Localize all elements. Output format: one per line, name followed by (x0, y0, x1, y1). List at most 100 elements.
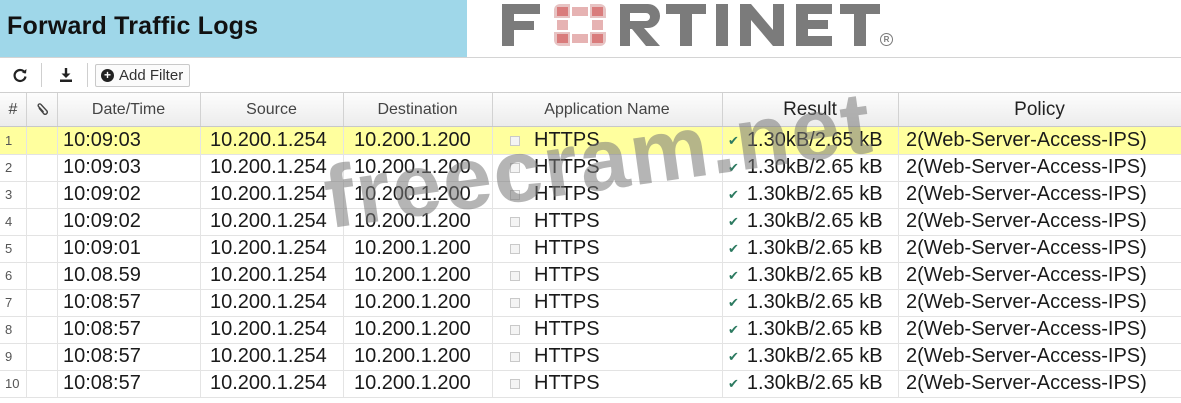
cell-policy: 2(Web-Server-Access-IPS) (906, 181, 1147, 208)
cell-result-text: 1.30kB/2.65 kB (746, 210, 883, 232)
column-divider (57, 316, 58, 343)
check-icon: ✔ (728, 267, 739, 283)
cell-datetime: 10:08:57 (63, 343, 141, 370)
cell-policy-text: 2(Web-Server-Access-IPS) (906, 345, 1147, 367)
column-divider (722, 343, 723, 370)
table-row[interactable]: 9 10:08:57 10.200.1.254 10.200.1.200 HTTPS ✔ 1… (0, 343, 1181, 371)
row-number: 8 (5, 316, 12, 343)
cell-policy: 2(Web-Server-Access-IPS) (906, 235, 1147, 262)
column-divider (898, 235, 899, 262)
application-icon (510, 270, 520, 281)
cell-result-text: 1.30kB/2.65 kB (746, 372, 883, 394)
toolbar-divider (87, 63, 88, 87)
column-divider (200, 235, 201, 262)
cell-destination-text: 10.200.1.200 (354, 156, 471, 178)
column-divider (722, 154, 723, 181)
cell-destination-text: 10.200.1.200 (354, 345, 471, 367)
check-icon: ✔ (728, 132, 739, 148)
table-row[interactable]: 3 10:09:02 10.200.1.254 10.200.1.200 HTTPS ✔ 1… (0, 181, 1181, 209)
cell-datetime-text: 10:09:03 (63, 156, 141, 178)
column-divider (492, 154, 493, 181)
cell-destination-text: 10.200.1.200 (354, 372, 471, 394)
cell-application-text: HTTPS (534, 291, 600, 313)
cell-policy: 2(Web-Server-Access-IPS) (906, 370, 1147, 397)
add-filter-button[interactable]: + Add Filter (95, 64, 191, 87)
column-divider (57, 181, 58, 208)
column-divider (57, 235, 58, 262)
download-button[interactable] (52, 64, 80, 86)
cell-application-text: HTTPS (534, 129, 600, 151)
cell-application-text: HTTPS (534, 345, 600, 367)
cell-destination-text: 10.200.1.200 (354, 210, 471, 232)
cell-result: ✔ 1.30kB/2.65 kB (728, 262, 883, 289)
cell-datetime: 10:08:57 (63, 316, 141, 343)
cell-source-text: 10.200.1.254 (210, 372, 327, 394)
column-divider (200, 343, 201, 370)
column-header-source[interactable]: Source (200, 93, 344, 126)
forward-traffic-logs-page: Forward Traffic Logs R + Add Filter # Da… (0, 0, 1181, 403)
application-icon (510, 351, 520, 362)
column-header-datetime[interactable]: Date/Time (57, 93, 201, 126)
column-divider (722, 181, 723, 208)
column-header-destination[interactable]: Destination (343, 93, 493, 126)
cell-result: ✔ 1.30kB/2.65 kB (728, 343, 883, 370)
cell-source: 10.200.1.254 (210, 370, 327, 397)
column-divider (200, 316, 201, 343)
cell-policy-text: 2(Web-Server-Access-IPS) (906, 129, 1147, 151)
cell-datetime-text: 10:09:03 (63, 129, 141, 151)
row-number-text: 4 (5, 214, 13, 229)
cell-application: HTTPS (510, 370, 600, 397)
row-number: 2 (5, 154, 12, 181)
row-number-text: 6 (5, 268, 13, 283)
table-row[interactable]: 7 10:08:57 10.200.1.254 10.200.1.200 HTTPS ✔ 1… (0, 289, 1181, 317)
cell-destination-text: 10.200.1.200 (354, 237, 471, 259)
column-divider (343, 154, 344, 181)
download-icon (60, 68, 72, 82)
column-header-policy[interactable]: Policy (898, 93, 1181, 126)
cell-policy-text: 2(Web-Server-Access-IPS) (906, 183, 1147, 205)
row-number: 1 (5, 127, 12, 154)
add-filter-label: Add Filter (119, 67, 184, 84)
column-divider (57, 370, 58, 397)
cell-datetime: 10:09:02 (63, 181, 141, 208)
cell-policy: 2(Web-Server-Access-IPS) (906, 316, 1147, 343)
row-number-text: 7 (5, 295, 13, 310)
table-row[interactable]: 6 10.08.59 10.200.1.254 10.200.1.200 HTTPS ✔ 1… (0, 262, 1181, 290)
table-header: # Date/Time Source Destination Applicati… (0, 93, 1181, 127)
column-header-result[interactable]: Result (722, 93, 899, 126)
cell-policy: 2(Web-Server-Access-IPS) (906, 127, 1147, 154)
cell-result-text: 1.30kB/2.65 kB (746, 291, 883, 313)
column-divider (898, 208, 899, 235)
table-row[interactable]: 2 10:09:03 10.200.1.254 10.200.1.200 HTTPS ✔ 1… (0, 154, 1181, 182)
column-divider (898, 370, 899, 397)
cell-application-text: HTTPS (534, 156, 600, 178)
table-row[interactable]: 8 10:08:57 10.200.1.254 10.200.1.200 HTTPS ✔ 1… (0, 316, 1181, 344)
cell-destination-text: 10.200.1.200 (354, 318, 471, 340)
registered-mark: R (880, 33, 893, 46)
table-row[interactable]: 5 10:09:01 10.200.1.254 10.200.1.200 HTTPS ✔ 1… (0, 235, 1181, 263)
column-divider (26, 262, 27, 289)
row-number: 5 (5, 235, 12, 262)
cell-datetime-text: 10:08:57 (63, 345, 141, 367)
cell-source-text: 10.200.1.254 (210, 345, 327, 367)
cell-source: 10.200.1.254 (210, 127, 327, 154)
column-header-number[interactable]: # (0, 93, 27, 126)
column-divider (200, 181, 201, 208)
column-divider (200, 154, 201, 181)
refresh-button[interactable] (6, 64, 34, 86)
column-header-application[interactable]: Application Name (492, 93, 723, 126)
row-number-text: 10 (5, 376, 20, 391)
table-row[interactable]: 10 10:08:57 10.200.1.254 10.200.1.200 HTTPS ✔… (0, 370, 1181, 398)
table-row[interactable]: 4 10:09:02 10.200.1.254 10.200.1.200 HTTPS ✔ 1… (0, 208, 1181, 236)
cell-policy-text: 2(Web-Server-Access-IPS) (906, 210, 1147, 232)
traffic-log-table: # Date/Time Source Destination Applicati… (0, 92, 1181, 403)
cell-application: HTTPS (510, 154, 600, 181)
cell-source-text: 10.200.1.254 (210, 129, 327, 151)
table-row[interactable]: 1 10:09:03 10.200.1.254 10.200.1.200 HTTPS ✔ 1… (0, 127, 1181, 155)
column-header-attachment[interactable] (26, 93, 58, 126)
row-number: 4 (5, 208, 12, 235)
row-number: 3 (5, 181, 12, 208)
column-divider (898, 262, 899, 289)
row-number: 7 (5, 289, 12, 316)
cell-datetime-text: 10:08:57 (63, 318, 141, 340)
